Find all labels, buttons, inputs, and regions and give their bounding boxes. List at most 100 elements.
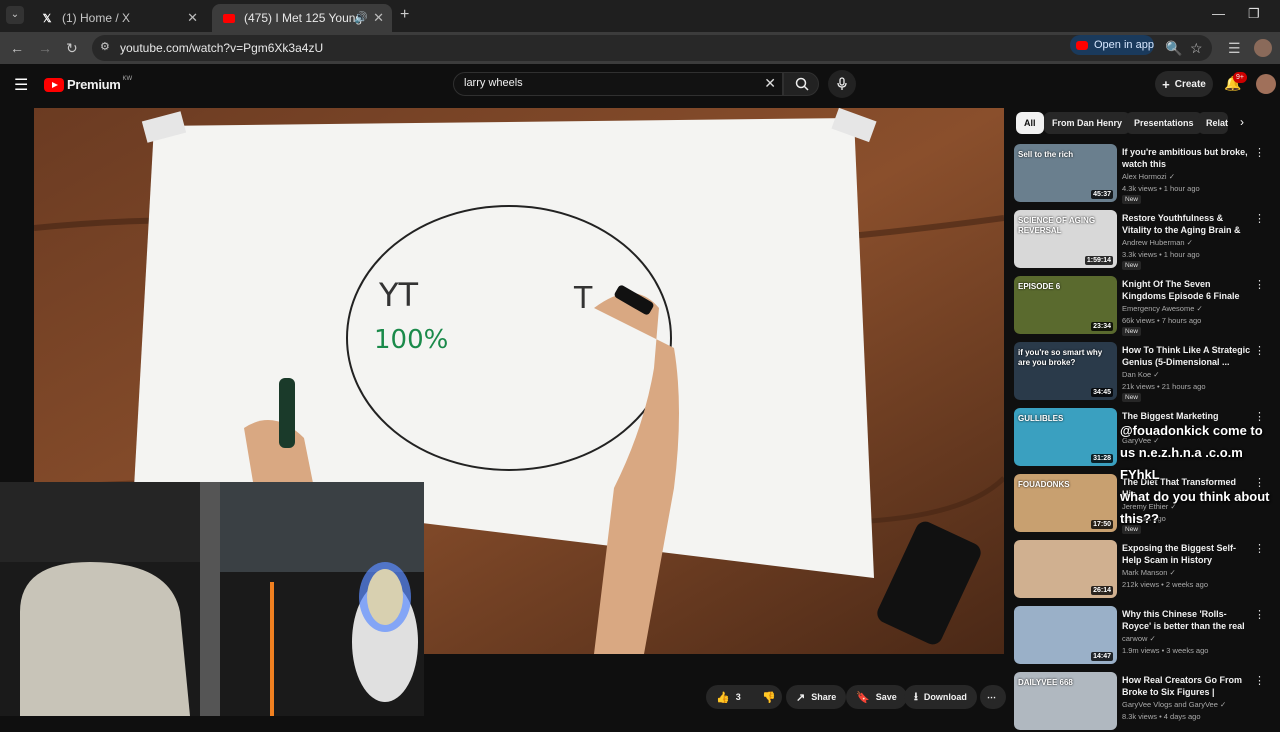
recommendation-item[interactable]: Sell to the rich 45:37 If you're ambitious… <box>1014 142 1280 204</box>
recommendation-thumbnail[interactable]: SCIENCE OF AGING REVERSAL 1:59:14 <box>1014 210 1117 268</box>
tab-search-icon[interactable]: ⌄ <box>6 6 24 24</box>
new-badge: New <box>1122 195 1142 204</box>
chip-all[interactable]: All <box>1016 112 1044 134</box>
recommendation-thumbnail[interactable]: if you're so smart why are you broke? 34:… <box>1014 342 1117 400</box>
overlay-message: @fouadonkick come to us n.e.z.h.n.a .c.o… <box>1120 420 1278 530</box>
url-text: youtube.com/watch?v=Pgm6Xk3a4zU <box>120 41 324 55</box>
share-button[interactable]: ↗ Share <box>786 685 847 709</box>
youtube-icon <box>222 11 236 25</box>
recommendation-title[interactable]: Exposing the Biggest Self-Help Scam in H… <box>1122 542 1252 566</box>
back-icon[interactable]: ← <box>10 40 24 56</box>
more-vertical-icon[interactable]: ⋮ <box>1254 278 1265 291</box>
video-duration: 31:28 <box>1091 454 1113 463</box>
recommendation-title[interactable]: Restore Youthfulness & Vitality to the A… <box>1122 212 1252 236</box>
chip-from-dan-henry[interactable]: From Dan Henry <box>1044 112 1131 134</box>
recommendation-item[interactable]: 26:14 Exposing the Biggest Self-Help Scam… <box>1014 538 1280 600</box>
recommendation-channel[interactable]: Mark Manson ✓ <box>1122 568 1176 577</box>
save-button[interactable]: 🔖 Save <box>846 685 907 709</box>
voice-search-button[interactable] <box>828 70 856 98</box>
maximize-icon[interactable]: ❐ <box>1248 6 1260 22</box>
search-input[interactable]: larry wheels ✕ <box>453 72 783 96</box>
youtube-premium-logo[interactable]: Premium KW <box>44 76 132 92</box>
video-duration: 1:59:14 <box>1084 256 1113 265</box>
zoom-icon[interactable]: 🔍 <box>1165 40 1182 57</box>
more-vertical-icon[interactable]: ⋮ <box>1254 344 1265 357</box>
more-vertical-icon[interactable]: ⋮ <box>1254 608 1265 621</box>
verified-icon: ✓ <box>1196 304 1203 313</box>
recommendation-channel[interactable]: Emergency Awesome ✓ <box>1122 304 1203 313</box>
recommendation-thumbnail[interactable]: 26:14 <box>1014 540 1117 598</box>
close-icon[interactable]: ✕ <box>373 10 384 26</box>
download-label: Download <box>923 692 967 702</box>
recommendation-title[interactable]: Why this Chinese 'Rolls-Royce' is better… <box>1122 608 1252 632</box>
like-count: 3 <box>735 692 741 702</box>
recommendation-channel[interactable]: GaryVee Vlogs and GaryVee ✓ <box>1122 700 1226 709</box>
menu-icon[interactable]: ☰ <box>14 75 28 95</box>
recommendation-chips: All From Dan Henry Presentations Relat › <box>1014 112 1274 136</box>
recommendation-thumbnail[interactable]: GULLIBLES 31:28 <box>1014 408 1117 466</box>
more-vertical-icon[interactable]: ⋮ <box>1254 542 1265 555</box>
chip-related[interactable]: Relat <box>1198 112 1228 134</box>
reload-icon[interactable]: ↻ <box>66 40 78 57</box>
channel-name: Mark Manson <box>1122 568 1168 577</box>
bookmark-star-icon[interactable]: ☆ <box>1190 40 1203 57</box>
clear-search-icon[interactable]: ✕ <box>764 75 776 92</box>
media-controls-icon[interactable]: ☰ <box>1228 40 1241 57</box>
minimize-icon[interactable]: — <box>1212 6 1225 21</box>
video-duration: 34:45 <box>1091 388 1113 397</box>
new-tab-icon[interactable]: + <box>400 6 409 24</box>
recommendation-item[interactable]: 14:47 Why this Chinese 'Rolls-Royce' is b… <box>1014 604 1280 666</box>
recommendation-title[interactable]: Knight Of The Seven Kingdoms Episode 6 F… <box>1122 278 1252 302</box>
search-icon <box>795 77 809 91</box>
profile-avatar[interactable] <box>1254 39 1272 57</box>
thumbnail-caption: DAILYVEE 668 <box>1018 678 1073 687</box>
recommendation-channel[interactable]: Andrew Huberman ✓ <box>1122 238 1193 247</box>
download-button[interactable]: ⭳ Download <box>904 685 977 709</box>
like-button[interactable]: 👍 3 <box>706 685 752 709</box>
tab-youtube-video[interactable]: (475) I Met 125 Young Milli 🔊 ✕ <box>212 4 392 32</box>
recommendation-channel[interactable]: Dan Koe ✓ <box>1122 370 1160 379</box>
share-label: Share <box>811 692 837 702</box>
verified-icon: ✓ <box>1153 370 1160 379</box>
tab-x-home[interactable]: 𝕏 (1) Home / X ✕ <box>30 4 206 32</box>
chevron-right-icon[interactable]: › <box>1240 115 1244 129</box>
close-icon[interactable]: ✕ <box>187 10 198 26</box>
site-info-icon[interactable]: ⚙ <box>100 40 110 53</box>
more-actions-button[interactable]: ⋯ <box>980 685 1006 709</box>
chip-presentations[interactable]: Presentations <box>1126 112 1202 134</box>
recommendation-item[interactable]: EPISODE 6 23:34 Knight Of The Seven Kingdo… <box>1014 274 1280 336</box>
new-badge: New <box>1122 327 1142 336</box>
recommendation-thumbnail[interactable]: FOUADONKS 17:50 <box>1014 474 1117 532</box>
recommendation-item[interactable]: SCIENCE OF AGING REVERSAL 1:59:14 Restore … <box>1014 208 1280 270</box>
recommendation-thumbnail[interactable]: Sell to the rich 45:37 <box>1014 144 1117 202</box>
overlay-line-2: what do you think about this?? <box>1120 489 1270 526</box>
verified-icon: ✓ <box>1149 634 1156 643</box>
more-vertical-icon[interactable]: ⋮ <box>1254 212 1265 225</box>
forward-icon[interactable]: → <box>38 40 52 56</box>
verified-icon: ✓ <box>1186 238 1193 247</box>
recommendation-channel[interactable]: Alex Hormozi ✓ <box>1122 172 1175 181</box>
more-vertical-icon[interactable]: ⋮ <box>1254 146 1265 159</box>
recommendation-thumbnail[interactable]: DAILYVEE 668 <box>1014 672 1117 730</box>
recommendation-thumbnail[interactable]: 14:47 <box>1014 606 1117 664</box>
recommendation-title[interactable]: How Real Creators Go From Broke to Six F… <box>1122 674 1252 698</box>
search-button[interactable] <box>783 72 819 96</box>
video-actions: 👍 3 👎 ↗ Share 🔖 Save ⭳ Download ⋯ <box>0 680 1010 714</box>
dislike-button[interactable]: 👎 <box>752 685 782 709</box>
recommendation-item[interactable]: if you're so smart why are you broke? 34:… <box>1014 340 1280 402</box>
thumbnail-caption: Sell to the rich <box>1018 150 1074 159</box>
recommendation-title[interactable]: If you're ambitious but broke, watch thi… <box>1122 146 1252 170</box>
youtube-icon <box>1076 40 1088 50</box>
recommendation-item[interactable]: DAILYVEE 668 How Real Creators Go From Br… <box>1014 670 1280 732</box>
recommendation-channel[interactable]: carwow ✓ <box>1122 634 1156 643</box>
audio-icon[interactable]: 🔊 <box>354 11 368 24</box>
recommendation-title[interactable]: How To Think Like A Strategic Genius (5-… <box>1122 344 1252 368</box>
address-bar[interactable]: ⚙ youtube.com/watch?v=Pgm6Xk3a4zU <box>92 35 1212 61</box>
open-in-app-button[interactable]: Open in app <box>1070 35 1154 55</box>
whiteboard-text-yt: YT <box>378 276 419 314</box>
more-vertical-icon[interactable]: ⋮ <box>1254 674 1265 687</box>
whiteboard-text-t: T <box>573 281 593 316</box>
create-button[interactable]: + Create <box>1155 71 1213 97</box>
account-avatar[interactable] <box>1256 74 1276 94</box>
recommendation-thumbnail[interactable]: EPISODE 6 23:34 <box>1014 276 1117 334</box>
